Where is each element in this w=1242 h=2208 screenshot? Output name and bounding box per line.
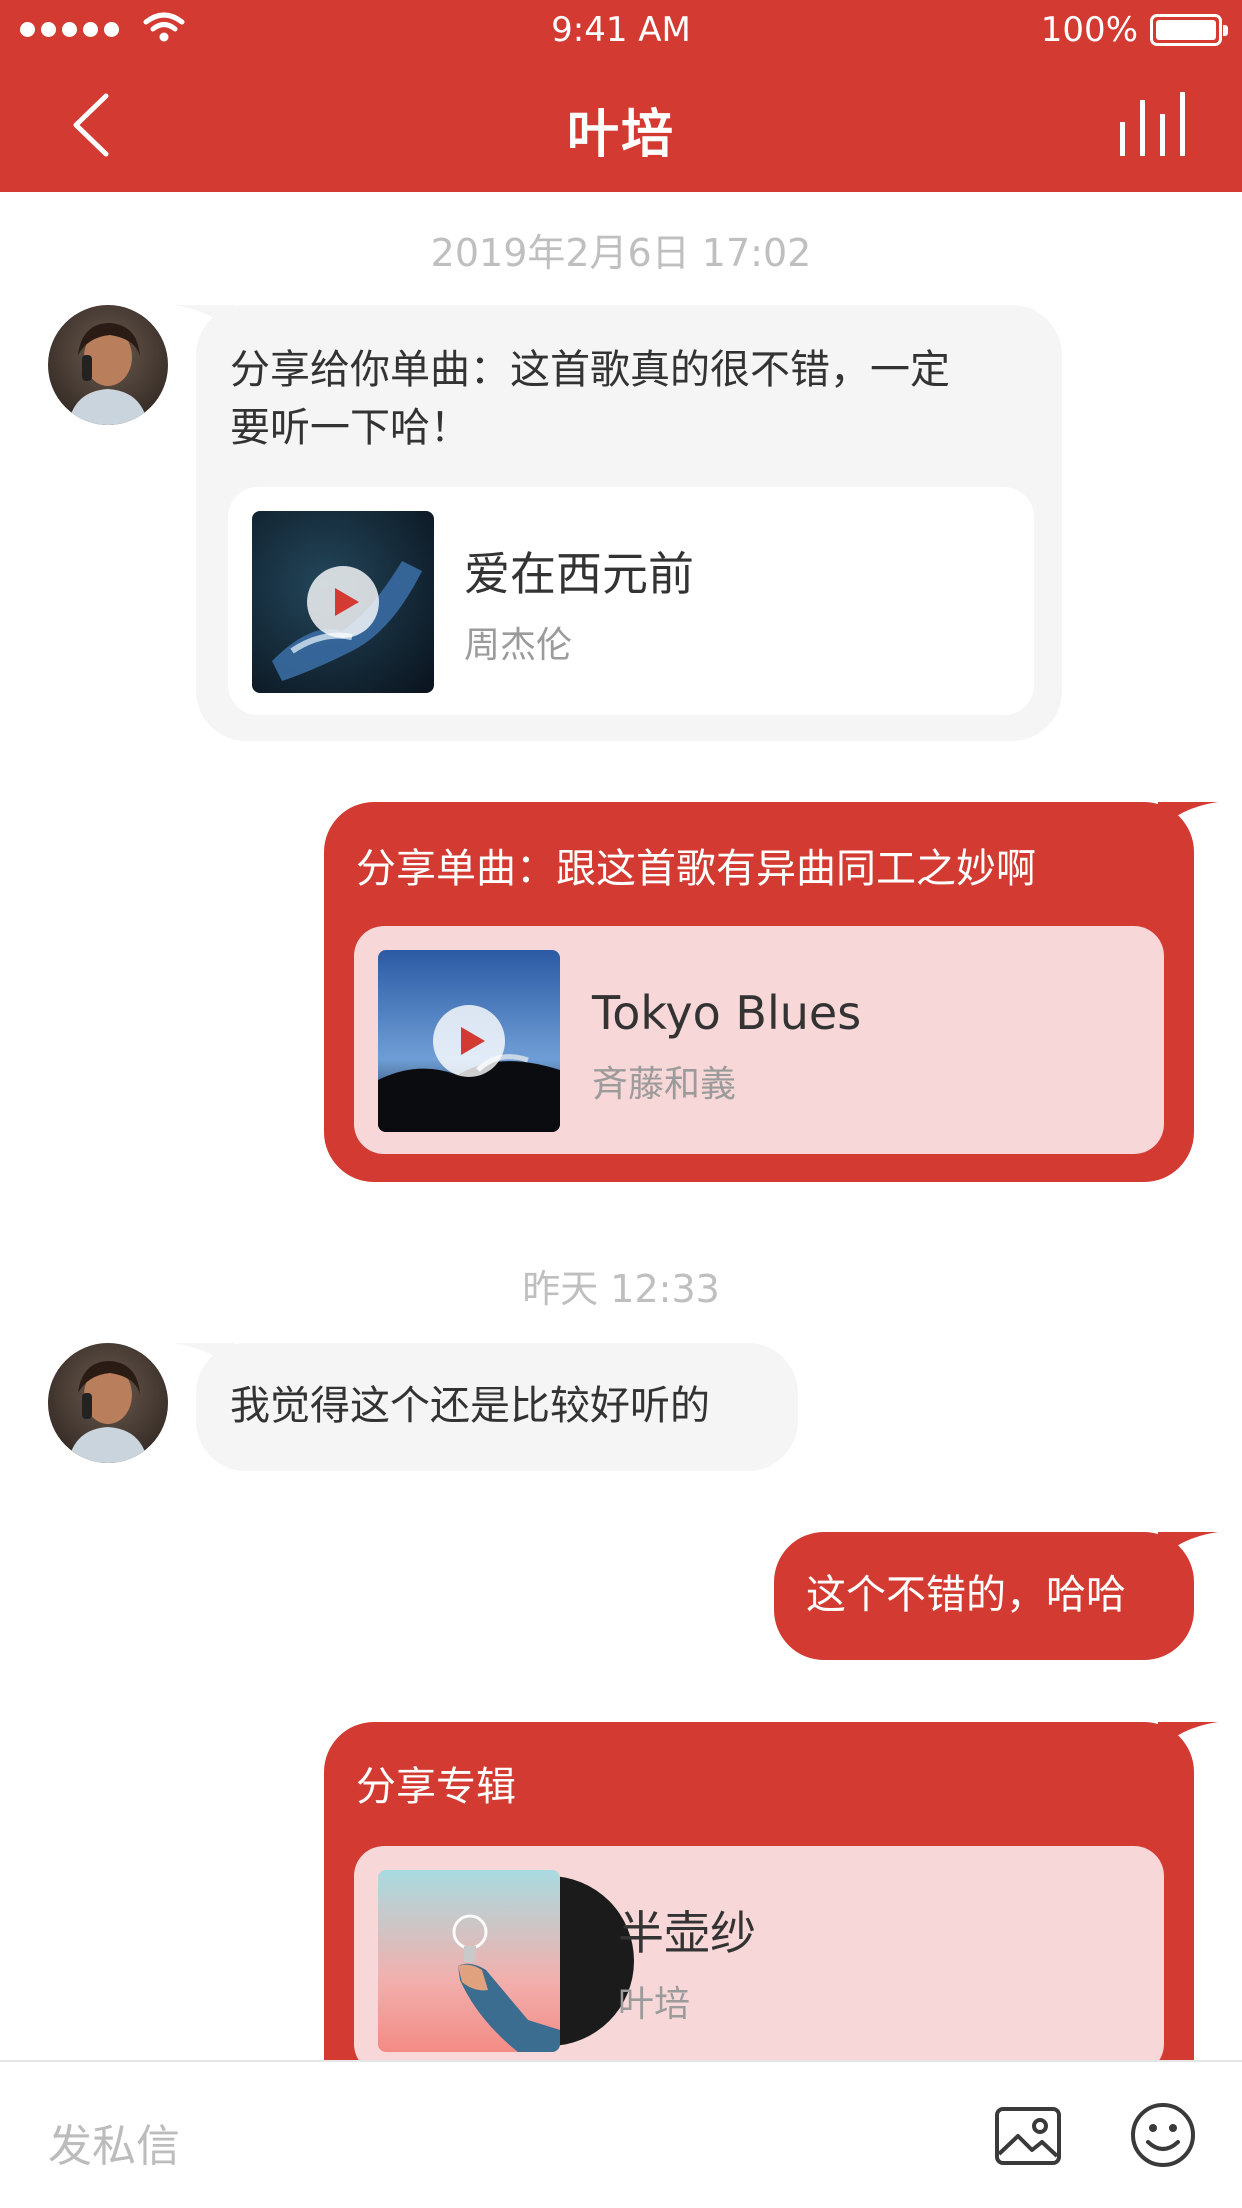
status-bar: 9:41 AM 100%	[0, 0, 1242, 62]
song-cover[interactable]	[252, 511, 434, 693]
album-title: 半壶纱	[618, 1906, 756, 1960]
message-text: 分享单曲：跟这首歌有异曲同工之妙啊	[356, 846, 1036, 892]
timestamp: 2019年2月6日 17:02	[430, 231, 812, 275]
bubble-tail	[174, 1343, 234, 1373]
message-text: 我觉得这个还是比较好听的	[230, 1383, 710, 1429]
bubble-tail	[1158, 1532, 1218, 1562]
timestamp: 昨天 12:33	[522, 1267, 720, 1311]
message-bubble-outgoing: 这个不错的，哈哈	[774, 1532, 1218, 1660]
page-title: 叶培	[566, 105, 675, 165]
song-title: 爱在西元前	[464, 547, 694, 601]
message-text: 这个不错的，哈哈	[806, 1572, 1126, 1618]
avatar[interactable]	[48, 1343, 168, 1463]
song-card[interactable]: 爱在西元前 周杰伦	[228, 487, 1034, 715]
image-icon[interactable]	[994, 2106, 1062, 2166]
song-title: Tokyo Blues	[592, 986, 862, 1040]
bubble-tail	[1158, 802, 1218, 832]
message-text: 分享专辑	[356, 1764, 516, 1810]
album-cover[interactable]	[378, 1870, 560, 2052]
bubble-tail	[174, 305, 234, 335]
message-text: 分享给你单曲：这首歌真的很不错，一定	[230, 347, 950, 393]
message-input[interactable]: 发私信	[48, 2110, 180, 2174]
bubble-tail	[1158, 1722, 1218, 1752]
message-bubble-incoming: 我觉得这个还是比较好听的	[174, 1343, 798, 1471]
equalizer-icon[interactable]	[1118, 92, 1188, 156]
emoji-icon[interactable]	[1130, 2102, 1196, 2168]
message-bubble-outgoing: 分享单曲：跟这首歌有异曲同工之妙啊 Tokyo Blues 斉藤和義	[324, 802, 1218, 1182]
message-bubble-incoming: 分享给你单曲：这首歌真的很不错，一定 要听一下哈！ 爱在西元前 周杰伦	[174, 305, 1062, 741]
battery-icon	[1150, 14, 1228, 46]
album-card[interactable]: 半壶纱 叶培	[354, 1846, 1164, 2074]
album-artist: 叶培	[618, 1984, 691, 2025]
play-icon[interactable]	[307, 566, 379, 638]
avatar[interactable]	[48, 305, 168, 425]
song-card[interactable]: Tokyo Blues 斉藤和義	[354, 926, 1164, 1154]
song-artist: 周杰伦	[464, 625, 573, 666]
song-artist: 斉藤和義	[592, 1064, 737, 1105]
play-icon[interactable]	[433, 1005, 505, 1077]
battery-percent: 100%	[1040, 10, 1138, 50]
header: 9:41 AM 100% 叶培	[0, 0, 1242, 192]
message-input-bar: 发私信	[0, 2060, 1242, 2208]
song-cover[interactable]	[378, 950, 560, 1132]
message-text: 要听一下哈！	[230, 405, 470, 451]
